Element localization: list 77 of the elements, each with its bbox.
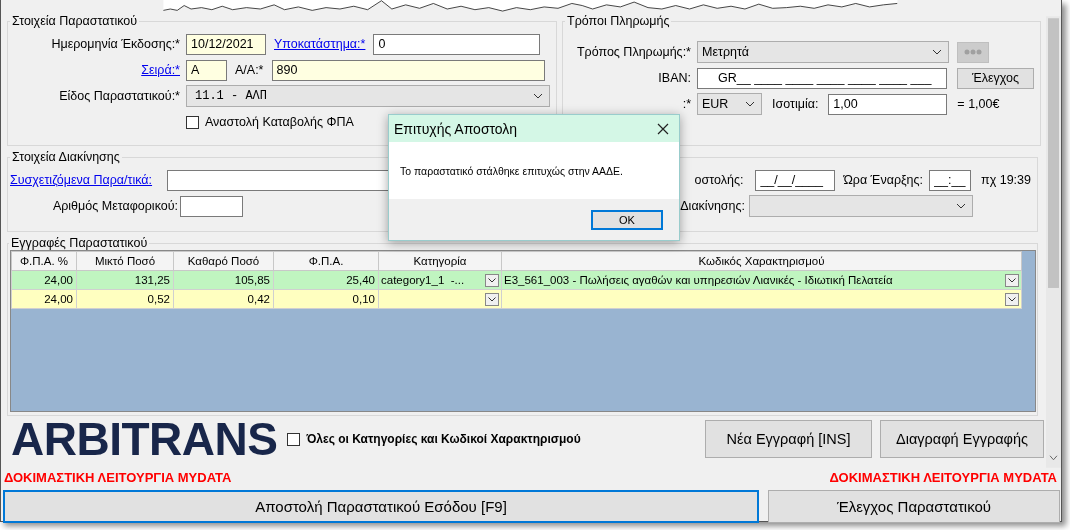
- field-label: Τρόπος Πληρωμής:*: [575, 45, 691, 59]
- group-title: Εγγραφές Παραστατικού: [10, 236, 149, 250]
- dropdown-button[interactable]: [1005, 292, 1019, 306]
- chevron-down-icon: [932, 49, 942, 55]
- column-header[interactable]: Κωδικός Χαρακτηρισμού: [501, 251, 1022, 271]
- checkbox-label: Όλες οι Κατηγορίες και Κωδικοί Χαρακτηρισμού: [306, 432, 581, 446]
- field-label: Διακίνησης:: [680, 199, 745, 213]
- test-mode-notice: ΔΟΚΙΜΑΣΤΙΚΗ ΛΕΙΤΟΥΡΓΙΑ MYDATA: [829, 470, 1057, 486]
- field-label: Αριθμός Μεταφορικού:: [51, 199, 178, 213]
- table-cell: 25,40: [273, 270, 379, 290]
- chevron-down-icon: [745, 101, 755, 107]
- table-cell: 24,00: [11, 289, 77, 309]
- checkbox[interactable]: [186, 115, 199, 129]
- chevron-down-icon: [1008, 277, 1016, 283]
- field-label: οστολής:: [694, 173, 744, 187]
- dispatch-date-field[interactable]: __/__/____: [755, 169, 836, 191]
- dropdown-button[interactable]: [485, 292, 499, 306]
- dots-icon: [964, 49, 982, 55]
- currency-dropdown[interactable]: EUR: [697, 93, 762, 115]
- start-time-field[interactable]: __:__: [929, 169, 972, 191]
- column-header[interactable]: Καθαρό Ποσό: [173, 251, 274, 271]
- field-label: Ημερομηνία Έκδοσης:*: [50, 37, 180, 51]
- table-cell: 0,52: [76, 289, 174, 309]
- number-field[interactable]: 890: [271, 59, 545, 81]
- vehicle-number-field[interactable]: [180, 195, 243, 217]
- close-icon[interactable]: [657, 122, 669, 135]
- related-documents-link[interactable]: Συσχετιζόμενα Παρα/τικά:: [10, 173, 153, 187]
- dropdown-button[interactable]: [1005, 273, 1019, 287]
- column-header[interactable]: Φ.Π.Α. %: [11, 251, 77, 271]
- logo: ARBITRANS: [11, 419, 278, 459]
- rate-field[interactable]: 1,00: [828, 93, 948, 115]
- field-label: IBAN:: [657, 71, 691, 85]
- rate-result: = 1,00€: [957, 97, 1000, 111]
- dialog-title: Επιτυχής Αποστολη: [394, 120, 518, 137]
- field-label: Α/Α:*: [235, 63, 264, 77]
- table-cell: 24,00: [11, 270, 77, 290]
- group-title: Τρόποι Πληρωμής: [566, 14, 671, 28]
- table-cell: 0,10: [273, 289, 379, 309]
- column-header[interactable]: Μικτό Ποσό: [76, 251, 174, 271]
- category-cell: category1_1 -...: [381, 274, 465, 286]
- document-type-dropdown[interactable]: 11.1 - ΑΛΠ: [186, 85, 550, 107]
- chevron-down-icon: [488, 277, 496, 283]
- field-label: Ώρα Έναρξης:: [843, 173, 924, 187]
- chevron-down-icon: [1008, 296, 1016, 302]
- checkbox-label: Αναστολή Καταβολής ΦΠΑ: [205, 115, 354, 129]
- new-entry-button[interactable]: Νέα Εγγραφή [INS]: [705, 420, 872, 458]
- chevron-down-icon: [488, 296, 496, 302]
- table-cell: 0,42: [173, 289, 274, 309]
- column-header[interactable]: Κατηγορία: [378, 251, 502, 271]
- test-mode-notice: ΔΟΚΙΜΑΣΤΙΚΗ ΛΕΙΤΟΥΡΓΙΑ MYDATA: [4, 470, 232, 486]
- table-cell: 131,25: [76, 270, 174, 290]
- iban-field[interactable]: GR__ ____ ____ ____ ____ ____ ___: [697, 67, 947, 89]
- series-field[interactable]: Α: [186, 59, 227, 81]
- group-title: Στοιχεία Διακίνησης: [11, 150, 121, 164]
- branch-field[interactable]: 0: [373, 33, 541, 55]
- dialog-message: Το παραστατικό στάλθηκε επιτυχώς στην ΑΑΔΕ.: [400, 164, 623, 177]
- field-label: :*: [681, 97, 691, 111]
- action-button[interactable]: Έλεγχος Παραστατικού: [768, 490, 1060, 523]
- payment-method-dropdown[interactable]: Μετρητά: [697, 41, 949, 63]
- field-label: Ισοτιμία:: [772, 97, 819, 111]
- group-title: Στοιχεία Παραστατικού: [11, 14, 139, 28]
- delete-entry-button[interactable]: Διαγραφή Εγγραφής: [880, 420, 1044, 458]
- time-hint: πχ 19:39: [981, 173, 1031, 187]
- classification-cell: E3_561_003 - Πωλήσεις αγαθών και υπηρεσιών Λιανικές - Ιδιωτική Πελατεία: [504, 274, 893, 286]
- column-header[interactable]: Φ.Π.Α.: [273, 251, 379, 271]
- ok-button[interactable]: OK: [591, 209, 663, 230]
- field-label: Είδος Παραστατικού:*: [58, 89, 180, 103]
- series-link[interactable]: Σειρά:*: [141, 63, 180, 77]
- chevron-down-icon: [956, 203, 966, 209]
- chevron-down-icon: [533, 93, 543, 99]
- date-field[interactable]: 10/12/2021: [186, 33, 266, 55]
- branch-link[interactable]: Υποκατάστημα:*: [274, 37, 366, 51]
- table-cell: 105,85: [173, 270, 274, 290]
- checkbox[interactable]: [287, 432, 301, 446]
- check-button[interactable]: Έλεγχος: [957, 67, 1034, 89]
- action-button[interactable]: Αποστολή Παραστατικού Εσόδου [F9]: [3, 490, 759, 523]
- dropdown-button[interactable]: [485, 273, 499, 287]
